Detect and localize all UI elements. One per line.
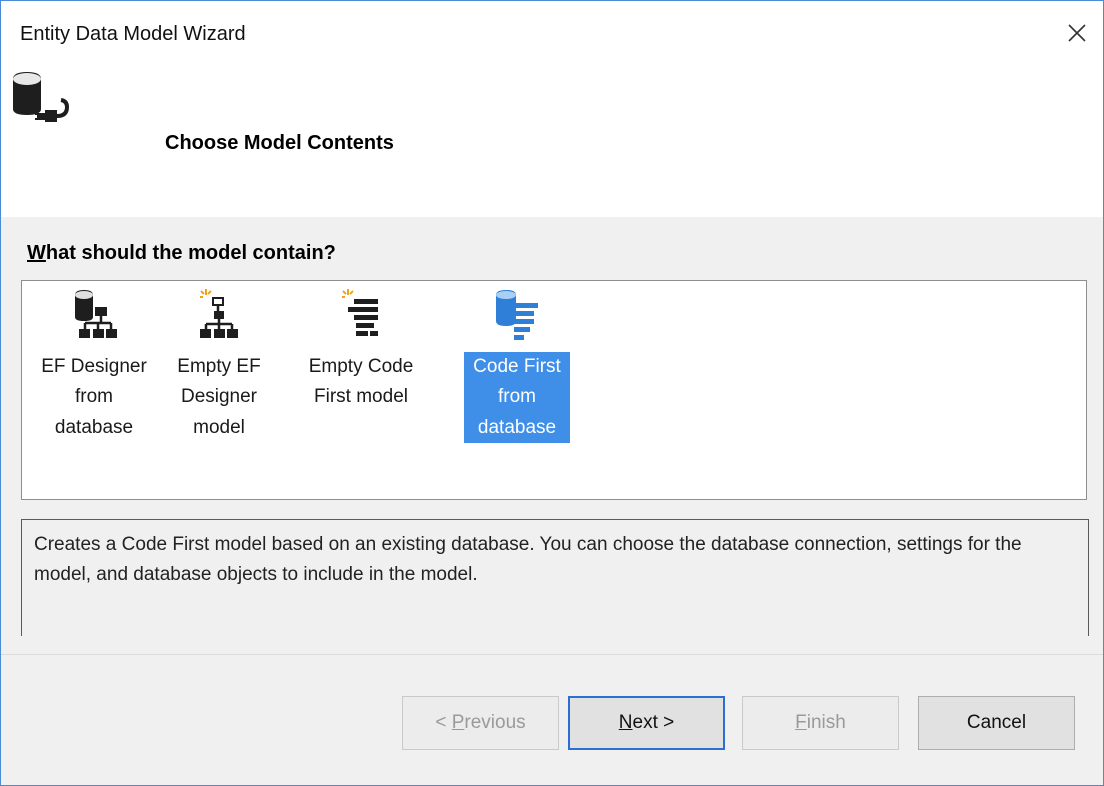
new-hierarchy-icon (200, 289, 238, 338)
footer-divider (1, 654, 1103, 655)
previous-button[interactable]: < Previous (402, 696, 559, 750)
database-hierarchy-icon (75, 290, 117, 338)
previous-accesskey: P (451, 712, 465, 733)
wizard-dialog: Entity Data Model Wizard Choose Model Co… (0, 0, 1104, 786)
content-area: What should the model contain? EF Design… (1, 217, 1103, 785)
option-description-box: Creates a Code First model based on an e… (21, 519, 1089, 636)
model-contents-label: What should the model contain? (27, 242, 336, 265)
window-title: Entity Data Model Wizard (20, 23, 246, 45)
option-code-first-from-database[interactable]: Code First from database (462, 281, 572, 501)
finish-accesskey: F (795, 712, 807, 733)
cancel-label: Cancel (966, 712, 1027, 733)
model-contents-list[interactable]: EF Designer from database Empty EF Desig… (21, 280, 1087, 500)
option-description: Creates a Code First model based on an e… (34, 534, 1022, 586)
option-ef-designer-from-database[interactable]: EF Designer from database (39, 281, 149, 501)
next-accesskey: N (618, 712, 633, 733)
question-text: hat should the model contain? (45, 242, 336, 264)
previous-prefix: < (435, 712, 447, 733)
option-empty-code-first-model[interactable]: Empty Code First model (306, 281, 416, 501)
previous-suffix: revious (464, 712, 526, 733)
database-code-icon (496, 290, 538, 340)
option-label: Code First from database (464, 352, 570, 444)
option-label: EF Designer from database (41, 356, 147, 438)
close-button[interactable] (1055, 11, 1099, 55)
next-button[interactable]: Next > (568, 696, 725, 750)
next-suffix: ext > (632, 712, 675, 733)
finish-button[interactable]: Finish (742, 696, 899, 750)
cancel-button[interactable]: Cancel (918, 696, 1075, 750)
database-plug-icon (13, 72, 70, 122)
option-empty-ef-designer-model[interactable]: Empty EF Designer model (164, 281, 274, 501)
close-icon (1068, 24, 1086, 42)
page-heading: Choose Model Contents (165, 132, 394, 154)
question-accesskey: W (27, 242, 46, 264)
new-code-icon (342, 289, 378, 336)
finish-suffix: inish (806, 712, 846, 733)
option-label: Empty EF Designer model (177, 356, 261, 438)
option-label: Empty Code First model (308, 356, 414, 408)
